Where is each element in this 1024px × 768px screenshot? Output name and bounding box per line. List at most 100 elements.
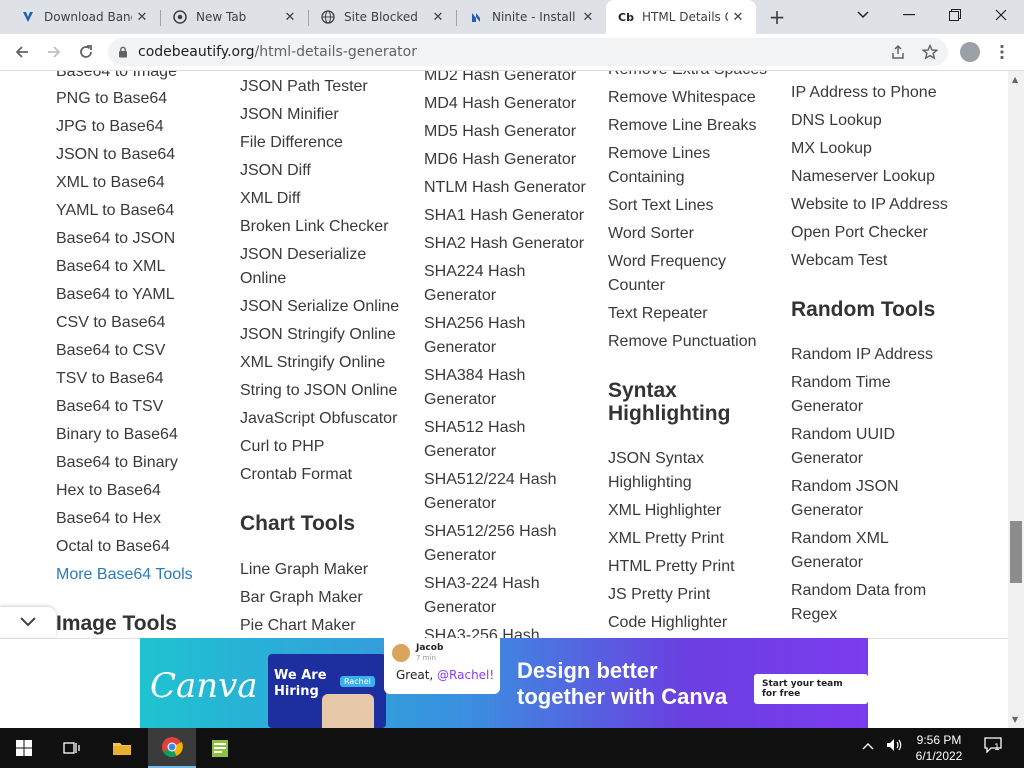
bookmark-star-icon[interactable] [918, 41, 942, 63]
tool-link-line2[interactable]: Counter [608, 274, 786, 298]
tool-link[interactable]: JSON Path Tester [240, 75, 418, 99]
tool-link-line2[interactable]: Generator [424, 336, 602, 360]
tool-link[interactable]: HTML Pretty Print [608, 555, 786, 579]
tool-link-line2[interactable]: Generator [424, 492, 602, 516]
tool-link[interactable]: JSON to Base64 [56, 143, 234, 167]
tool-link[interactable]: MD6 Hash Generator [424, 148, 602, 172]
tool-link-line2[interactable]: Generator [424, 440, 602, 464]
notepad-plus-icon[interactable] [196, 728, 244, 768]
tool-link[interactable]: Base64 to Image [56, 71, 234, 84]
tool-link[interactable]: JSON Serialize Online [240, 295, 418, 319]
lock-icon[interactable] [108, 46, 138, 58]
canva-ad-banner[interactable]: Canva We Are Hiring Rachel Jacob 7 min Gr… [140, 638, 868, 728]
tool-link[interactable]: XML Diff [240, 187, 418, 211]
tool-link-line2[interactable]: Regex [791, 603, 969, 627]
tool-link-line2[interactable]: Generator [424, 284, 602, 308]
tool-link[interactable]: CSV to Base64 [56, 311, 234, 335]
tool-link[interactable]: Pie Chart Maker [240, 614, 418, 638]
volume-icon[interactable] [886, 738, 904, 756]
tool-link-line2[interactable]: Generator [791, 551, 969, 575]
tool-link-line1[interactable]: Word Frequency [608, 250, 786, 274]
tool-link-line1[interactable]: Random JSON [791, 475, 969, 499]
tool-link[interactable]: Base64 to TSV [56, 395, 234, 419]
tool-link-line1[interactable]: Remove Lines [608, 142, 786, 166]
tool-link-line2[interactable]: Generator [424, 544, 602, 568]
tool-link[interactable]: SHA2 Hash Generator [424, 232, 602, 256]
tool-link[interactable]: Binary to Base64 [56, 423, 234, 447]
tool-link-line1[interactable]: SHA224 Hash [424, 260, 602, 284]
menu-kebab-icon[interactable] [990, 41, 1014, 63]
tool-link[interactable]: Crontab Format [240, 463, 418, 487]
tool-link[interactable]: Bar Graph Maker [240, 586, 418, 610]
tool-link[interactable]: Curl to PHP [240, 435, 418, 459]
tab-download-band[interactable]: Download Band ✕ [8, 0, 160, 34]
tool-link-line2[interactable]: Highlighting [608, 471, 786, 495]
page-scrollbar[interactable]: ▲ ▼ [1008, 71, 1024, 728]
tab-search-button[interactable] [840, 0, 886, 30]
close-window-button[interactable] [978, 0, 1024, 30]
tool-link[interactable]: JSON Stringify Online [240, 323, 418, 347]
tool-link[interactable]: XML Stringify Online [240, 351, 418, 375]
tool-link[interactable]: Remove Extra Spaces [608, 71, 786, 82]
tool-link[interactable]: SHA3-256 Hash [424, 624, 602, 638]
tool-link[interactable]: Webcam Test [791, 249, 969, 273]
address-bar[interactable]: codebeautify.org/html-details-generator [108, 38, 948, 66]
tool-link-line1[interactable]: JSON Syntax [608, 447, 786, 471]
tool-link-line1[interactable]: SHA256 Hash [424, 312, 602, 336]
scroll-down-arrow-icon[interactable]: ▼ [1012, 715, 1018, 724]
tool-link-line1[interactable]: Random Time [791, 371, 969, 395]
tool-link[interactable]: Remove Line Breaks [608, 114, 786, 138]
tool-link-line2[interactable]: Generator [791, 499, 969, 523]
tool-link-line2[interactable]: Containing [608, 166, 786, 190]
tool-link[interactable]: JSON Diff [240, 159, 418, 183]
chrome-taskbar-icon[interactable] [148, 728, 196, 768]
minimize-button[interactable] [886, 0, 932, 30]
tool-link-line1[interactable]: Random Data from [791, 579, 969, 603]
system-clock[interactable]: 9:56 PM 6/1/2022 [906, 732, 972, 764]
tool-link-line2[interactable]: Online [240, 267, 418, 291]
tool-link[interactable]: JSON Minifier [240, 103, 418, 127]
tool-link-line1[interactable]: SHA512 Hash [424, 416, 602, 440]
share-icon[interactable] [886, 41, 910, 63]
tool-link[interactable]: String to JSON Online [240, 379, 418, 403]
windows-start-icon[interactable] [0, 728, 48, 768]
tool-link[interactable]: Random IP Address [791, 343, 969, 367]
tab-site-blocked[interactable]: Site Blocked ✕ [308, 0, 456, 34]
tool-link[interactable]: JS Pretty Print [608, 583, 786, 607]
more-base64-tools-link[interactable]: More Base64 Tools [56, 563, 234, 587]
tool-link-line2[interactable]: Generator [424, 596, 602, 620]
tool-link[interactable]: YAML to Base64 [56, 199, 234, 223]
tool-link[interactable]: Open Port Checker [791, 221, 969, 245]
close-icon[interactable]: ✕ [728, 10, 748, 25]
show-hidden-icons-chevron-icon[interactable] [862, 738, 874, 754]
close-icon[interactable]: ✕ [428, 10, 448, 25]
tab-new-tab[interactable]: New Tab ✕ [160, 0, 308, 34]
new-tab-button[interactable]: + [766, 4, 788, 30]
tool-link[interactable]: TSV to Base64 [56, 367, 234, 391]
tool-link[interactable]: File Difference [240, 131, 418, 155]
tool-link[interactable]: MX Lookup [791, 137, 969, 161]
tool-link-line2[interactable]: Generator [791, 395, 969, 419]
scrollbar-thumb[interactable] [1010, 521, 1022, 583]
tool-link[interactable]: Broken Link Checker [240, 215, 418, 239]
tool-link-line1[interactable]: Random XML [791, 527, 969, 551]
tool-link[interactable]: Base64 to JSON [56, 227, 234, 251]
close-icon[interactable]: ✕ [578, 10, 598, 25]
back-button[interactable] [10, 41, 34, 63]
tool-link[interactable]: Hex to Base64 [56, 479, 234, 503]
close-icon[interactable]: ✕ [280, 10, 300, 25]
collapse-ad-button[interactable] [0, 607, 56, 637]
tool-link[interactable]: Sort Text Lines [608, 194, 786, 218]
tool-link-line2[interactable]: Generator [791, 447, 969, 471]
ad-cta-button[interactable]: Start your team for free [754, 674, 868, 704]
tool-link[interactable]: Word Sorter [608, 222, 786, 246]
tool-link[interactable]: Code Highlighter [608, 611, 786, 635]
task-view-icon[interactable] [48, 728, 96, 768]
tool-link[interactable]: IP Address to Phone [791, 81, 969, 105]
tool-link-line1[interactable]: SHA384 Hash [424, 364, 602, 388]
tool-link[interactable]: Remove Whitespace [608, 86, 786, 110]
tool-link[interactable]: NTLM Hash Generator [424, 176, 602, 200]
tool-link[interactable]: MD5 Hash Generator [424, 120, 602, 144]
tool-link-line1[interactable]: SHA512/256 Hash [424, 520, 602, 544]
tool-link[interactable]: Remove Punctuation [608, 330, 786, 354]
